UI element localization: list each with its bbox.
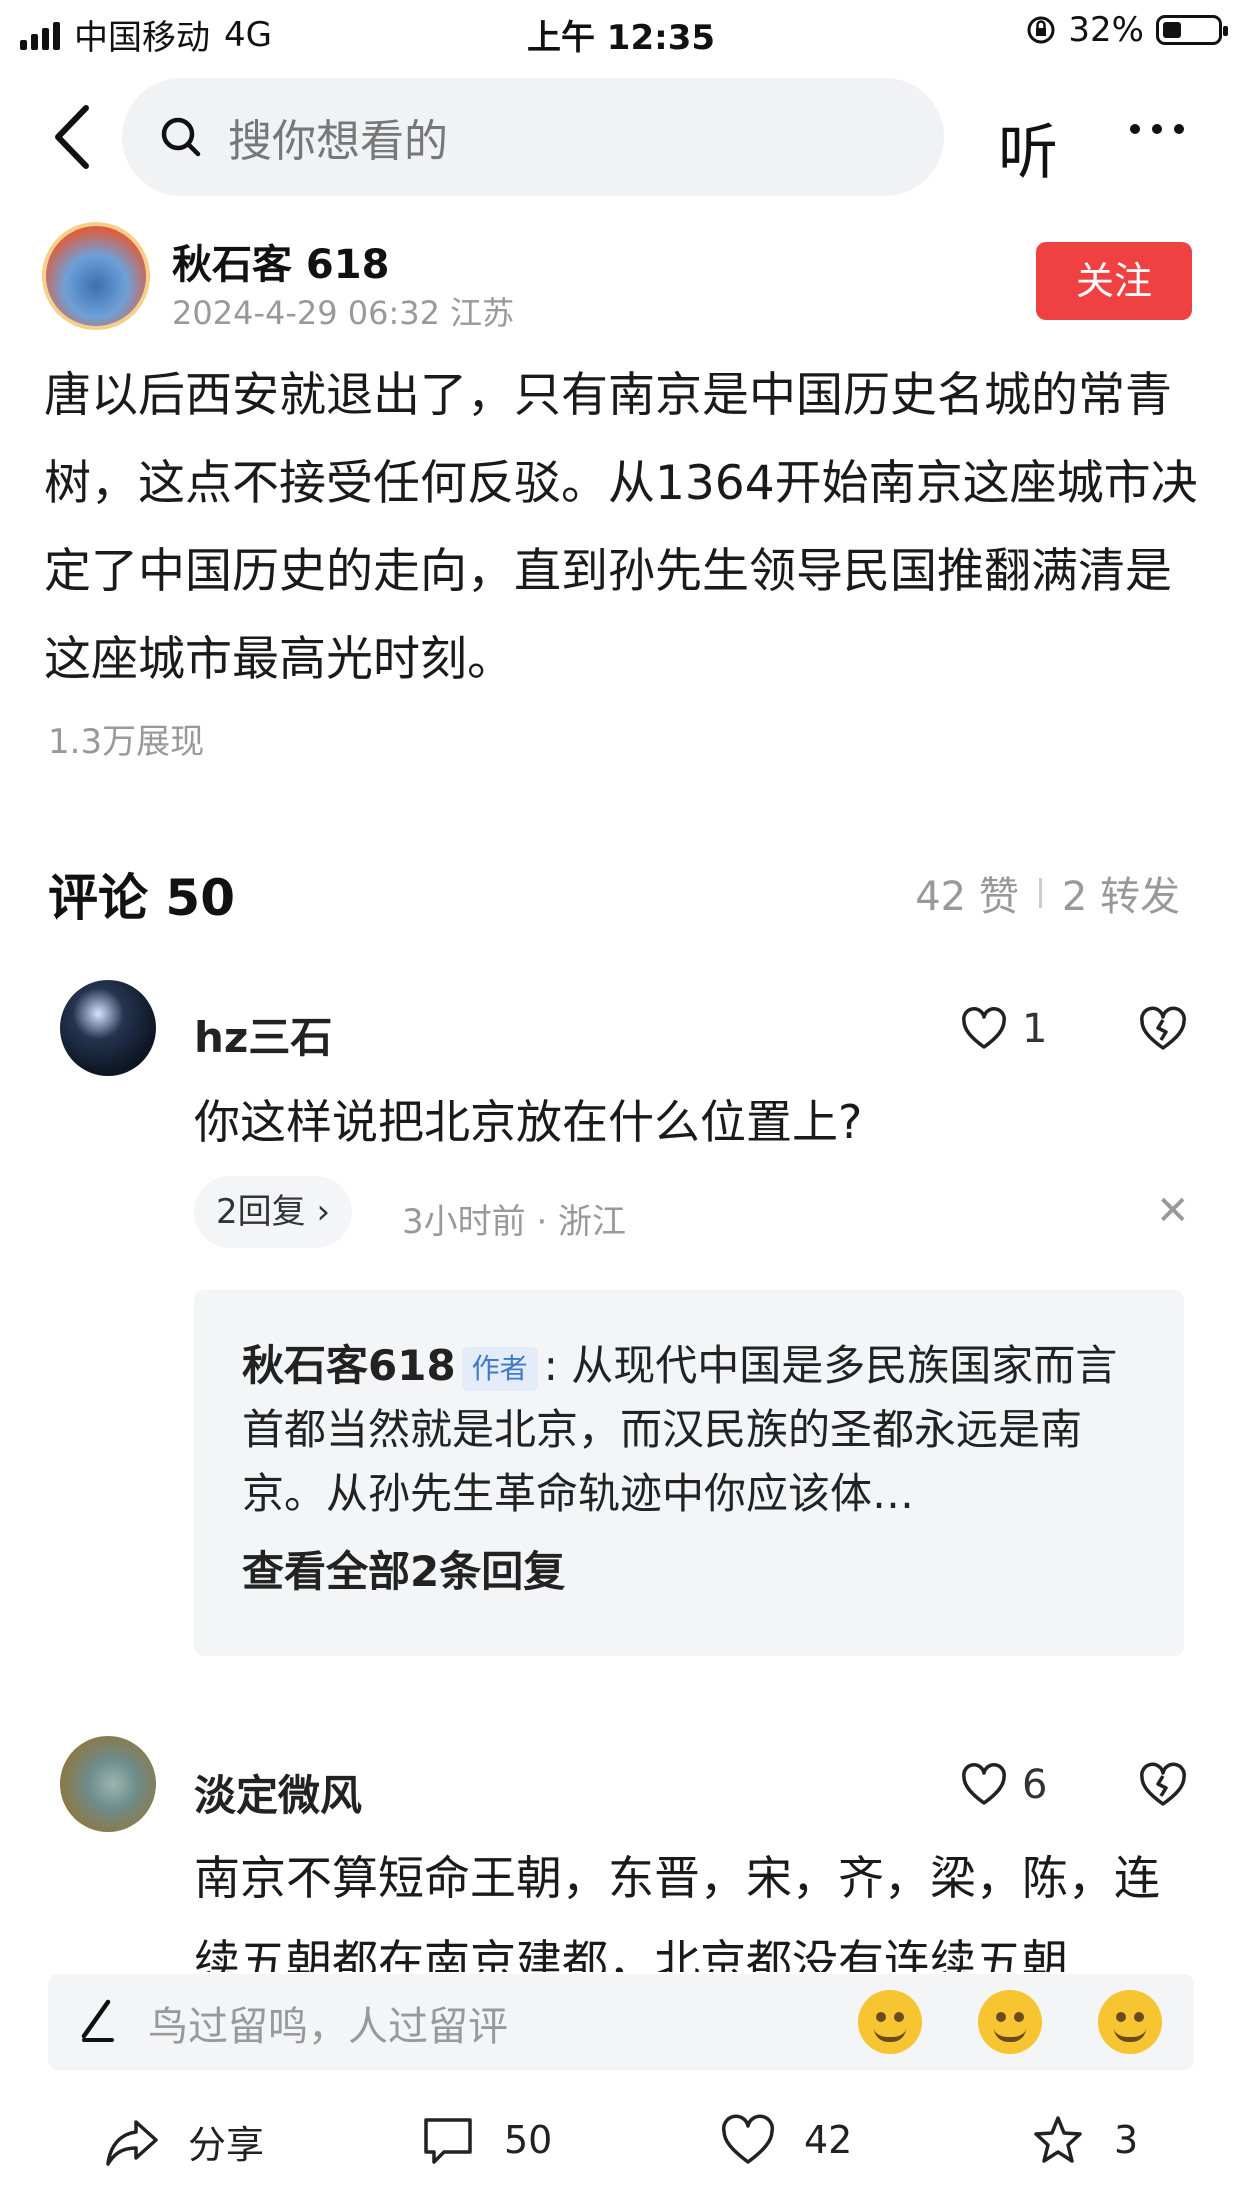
post-stats: 42 赞 2 转发 [915,864,1180,922]
comment-input[interactable]: 鸟过留鸣，人过留评 [48,1974,1194,2070]
reply-preview[interactable]: 秋石客618 作者: 从现代中国是多民族国家而言首都当然就是北京，而汉民族的圣都永… [194,1290,1184,1656]
view-count: 1.3万展现 [48,722,205,762]
comment-text: 南京不算短命王朝，东晋，宋，齐，梁，陈，连续五朝都在南京建都，北京都没有连续五朝 [194,1851,1160,1972]
smile-emoji-icon[interactable] [978,1990,1042,2054]
bottom-toolbar: 分享 50 42 3 [0,2100,1242,2190]
comment-like-count: 1 [1022,1006,1048,1052]
share-button[interactable]: 分享 [104,2114,264,2169]
heart-icon [962,1763,1006,1805]
follow-button[interactable]: 关注 [1036,242,1192,320]
comments-title: 评论 50 [48,869,235,927]
close-icon[interactable]: ✕ [1156,1188,1190,1234]
battery-icon [1156,15,1228,45]
like-stat[interactable]: 42 赞 [915,864,1019,922]
top-nav: 搜你想看的 听 [0,74,1242,204]
status-bar: 中国移动 4G 上午 12:35 32% [0,0,1242,64]
chevron-right-icon: › [316,1192,331,1232]
pen-icon [81,1999,114,2042]
replies-label: 2回复 [216,1192,306,1232]
sleepy-emoji-icon[interactable] [858,1990,922,2054]
comment-count: 50 [504,2118,553,2162]
comment-text: 你这样说把北京放在什么位置上? [194,1095,863,1149]
orientation-lock-icon [1027,16,1055,44]
post-meta: 2024-4-29 06:32 江苏 [172,294,515,332]
listen-button[interactable]: 听 [998,104,1058,191]
star-icon [1034,2116,1082,2163]
comment-like-button[interactable]: 6 [960,1762,1047,1808]
stat-divider [1038,878,1042,908]
comment-like-count: 6 [1022,1762,1048,1808]
search-placeholder: 搜你想看的 [228,116,448,167]
share-stat[interactable]: 2 转发 [1062,864,1180,922]
commenter-name[interactable]: 淡定微风 [194,1762,362,1823]
post-body: 唐以后西安就退出了，只有南京是中国历史名城的常青树，这点不接受任何反驳。从136… [44,368,1198,687]
broken-heart-icon[interactable] [1138,1006,1188,1052]
commenter-avatar[interactable] [60,980,156,1076]
commenter-avatar[interactable] [60,1736,156,1832]
share-icon [106,2119,158,2166]
share-label: 分享 [188,2123,265,2167]
favorite-count: 3 [1114,2118,1139,2162]
search-icon [161,117,201,157]
heart-icon [962,1007,1006,1049]
battery-percent: 32% [1068,10,1144,50]
status-right: 32% [1026,10,1228,50]
broken-heart-icon[interactable] [1138,1762,1188,1808]
heart-icon [722,2114,774,2164]
author-header: 秋石客 618 2024-4-29 06:32 江苏 [42,222,1202,332]
comment-icon [424,2118,472,2164]
reply-content: 秋石客618 作者: 从现代中国是多民族国家而言首都当然就是北京，而汉民族的圣都永… [242,1334,1142,1526]
comment-time-location: 3小时前 · 浙江 [402,1202,627,1242]
comment-placeholder: 鸟过留鸣，人过留评 [148,2004,508,2050]
author-badge: 作者 [461,1346,538,1391]
like-count: 42 [804,2118,853,2162]
replies-button[interactable]: 2回复 › [194,1176,353,1248]
reply-author[interactable]: 秋石客618 [242,1341,456,1390]
more-icon[interactable] [1130,124,1184,134]
commenter-name[interactable]: hz三石 [194,1004,332,1065]
comment-button[interactable]: 50 [420,2114,552,2166]
laugh-emoji-icon[interactable] [1098,1990,1162,2054]
author-name[interactable]: 秋石客 618 [172,232,389,290]
view-all-replies-link[interactable]: 查看全部2条回复 [242,1538,565,1599]
back-arrow-icon[interactable] [44,102,104,172]
comment-like-button[interactable]: 1 [960,1006,1047,1052]
like-button[interactable]: 42 [720,2114,852,2166]
search-input[interactable]: 搜你想看的 [122,78,944,196]
favorite-button[interactable]: 3 [1030,2114,1138,2166]
author-avatar[interactable] [42,222,150,330]
